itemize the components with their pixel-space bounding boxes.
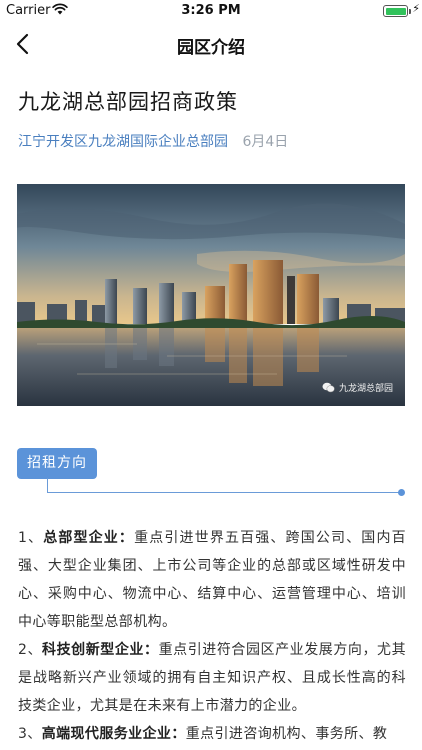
navigation-bar: 园区介绍 — [0, 22, 422, 66]
policy-list: 1、总部型企业：重点引进世界五百强、跨国公司、国内百强、大型企业集团、上市公司等… — [18, 524, 406, 748]
policy-label: 总部型企业： — [43, 530, 135, 546]
status-bar: Carrier 3:26 PM ⚡ — [0, 0, 422, 22]
policy-text: 重点引进咨询机构、事务所、教 — [185, 726, 388, 742]
policy-index: 3、 — [18, 726, 42, 742]
image-watermark: 九龙湖总部园 — [322, 381, 393, 394]
watermark-text: 九龙湖总部园 — [338, 384, 393, 394]
article-meta: 江宁开发区九龙湖国际企业总部园 6月4日 — [18, 131, 288, 151]
article-source-link[interactable]: 江宁开发区九龙湖国际企业总部园 — [18, 134, 228, 150]
charging-bolt-icon: ⚡ — [412, 2, 420, 15]
policy-label: 高端现代服务业企业： — [41, 726, 186, 742]
section-tag: 招租方向 — [17, 448, 97, 479]
wechat-icon — [322, 382, 335, 393]
policy-index: 2、 — [18, 642, 43, 658]
article-date: 6月4日 — [242, 134, 289, 150]
policy-item: 3、高端现代服务业企业：重点引进咨询机构、事务所、教 — [18, 720, 406, 748]
article-title: 九龙湖总部园招商政策 — [18, 90, 238, 114]
skyline-photo — [17, 184, 405, 406]
status-time: 3:26 PM — [181, 3, 241, 18]
policy-index: 1、 — [18, 530, 44, 546]
page-title: 园区介绍 — [177, 38, 245, 58]
battery-tip — [409, 9, 411, 14]
article-image: 九龙湖总部园 — [17, 184, 405, 406]
battery-icon — [383, 5, 408, 17]
policy-item: 2、科技创新型企业：重点引进符合园区产业发展方向，尤其是战略新兴产业领域的拥有自… — [18, 636, 406, 720]
section-divider-dot — [398, 489, 405, 496]
battery-level — [385, 7, 406, 15]
policy-label: 科技创新型企业： — [42, 642, 159, 658]
section-divider — [47, 478, 402, 493]
policy-item: 1、总部型企业：重点引进世界五百强、跨国公司、国内百强、大型企业集团、上市公司等… — [18, 524, 406, 636]
